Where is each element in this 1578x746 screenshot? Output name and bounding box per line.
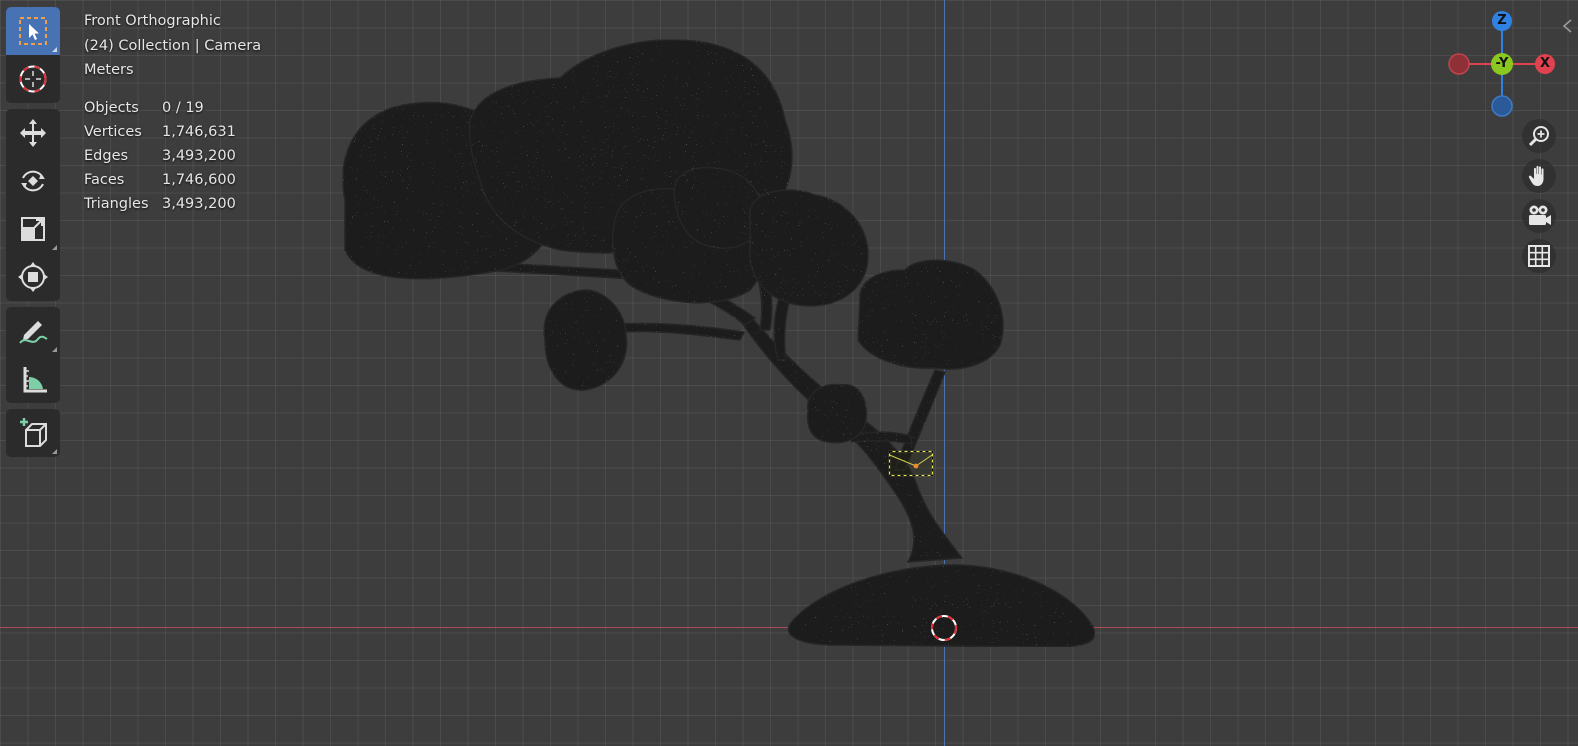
move-icon — [20, 119, 46, 147]
zoom-button[interactable] — [1522, 119, 1556, 153]
camera-view-icon — [1529, 205, 1551, 225]
tool-shelf — [6, 7, 60, 463]
stat-value: 0 / 19 — [162, 100, 204, 116]
camera-view-button[interactable] — [1522, 199, 1556, 233]
stat-label: Faces — [84, 172, 125, 188]
stat-label: Vertices — [84, 124, 142, 140]
select-box-tool-button[interactable] — [6, 7, 60, 55]
stat-row: Edges 3,493,200 — [84, 144, 236, 168]
tool-group-add — [6, 409, 60, 457]
3d-cursor-marker — [931, 615, 957, 641]
gizmo-z-label: Z — [1497, 13, 1507, 28]
gizmo-x-label: X — [1539, 56, 1551, 71]
sidebar-toggle-arrow-icon[interactable] — [1560, 18, 1574, 34]
stat-value: 3,493,200 — [162, 196, 236, 212]
stat-label: Edges — [84, 148, 129, 164]
stat-row: Faces 1,746,600 — [84, 168, 236, 192]
orthographic-toggle-button[interactable] — [1522, 239, 1556, 273]
collection-label: (24) Collection | Camera — [84, 37, 262, 54]
rotate-icon — [21, 170, 45, 192]
navigation-gizmo[interactable]: Z -Y X — [1440, 4, 1570, 120]
viewport-info: Front Orthographic (24) Collection | Cam… — [84, 9, 261, 83]
stat-label: Triangles — [84, 196, 149, 212]
transform-tool-button[interactable] — [6, 253, 60, 301]
hand-pan-icon — [1528, 165, 1544, 186]
measure-icon — [23, 367, 47, 393]
tool-group-select — [6, 7, 60, 103]
tree-mesh[interactable] — [342, 39, 1096, 648]
stat-row: Vertices 1,746,631 — [84, 120, 236, 144]
stat-row: Objects 0 / 19 — [84, 96, 236, 120]
rotate-tool-button[interactable] — [6, 157, 60, 205]
3d-cursor-icon — [19, 65, 47, 93]
tool-group-transform — [6, 109, 60, 301]
stat-value: 3,493,200 — [162, 148, 236, 164]
scale-tool-button[interactable] — [6, 205, 60, 253]
gizmo-neg-z-handle[interactable] — [1491, 95, 1513, 117]
zoom-icon — [1528, 126, 1549, 147]
view-name: Front Orthographic — [84, 13, 221, 29]
add-cube-icon — [20, 418, 47, 447]
gizmo-y-label: -Y — [1495, 56, 1509, 71]
annotate-tool-button[interactable] — [6, 307, 60, 355]
select-box-icon — [19, 17, 47, 45]
gizmo-neg-x-handle[interactable] — [1448, 53, 1470, 75]
stat-label: Objects — [84, 100, 139, 116]
3d-viewport[interactable] — [0, 0, 1578, 746]
stat-value: 1,746,600 — [162, 172, 236, 188]
cursor-tool-button[interactable] — [6, 55, 60, 103]
scene-statistics: Objects 0 / 19 Vertices 1,746,631 Edges … — [84, 96, 236, 216]
camera-object[interactable] — [887, 449, 937, 479]
scene-tree-model[interactable] — [0, 0, 1578, 746]
add-cube-tool-button[interactable] — [6, 409, 60, 457]
move-tool-button[interactable] — [6, 109, 60, 157]
annotate-icon — [19, 321, 48, 344]
pan-button[interactable] — [1522, 159, 1556, 193]
transform-icon — [18, 262, 48, 292]
scale-icon — [21, 217, 45, 241]
measure-tool-button[interactable] — [6, 355, 60, 403]
orthographic-grid-icon — [1528, 245, 1550, 267]
stat-row: Triangles 3,493,200 — [84, 192, 236, 216]
stat-value: 1,746,631 — [162, 124, 236, 140]
units-label: Meters — [84, 62, 134, 78]
tool-group-annotate — [6, 307, 60, 403]
